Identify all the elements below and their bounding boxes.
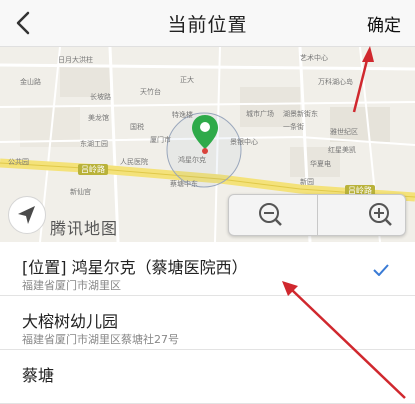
map-brand-logo: 腾讯地图 [50, 219, 119, 238]
map-label: 华夏电 [310, 160, 331, 168]
list-item[interactable]: 大榕树幼儿园 福建省厦门市湖里区蔡塘社27号 [0, 296, 415, 350]
item-title: 蔡塘 [22, 366, 55, 385]
zoom-out-button[interactable] [229, 195, 318, 235]
item-title: 大榕树幼儿园 [22, 312, 119, 331]
map-label: 天竹台 [140, 88, 161, 96]
map-label: 日月大洪柱 [58, 56, 93, 64]
item-title: [位置] 鸿星尔克（蔡塘医院西） [22, 258, 248, 277]
zoom-out-icon [259, 203, 282, 226]
map-label: 一条街 [283, 123, 304, 131]
zoom-in-button[interactable] [317, 195, 405, 235]
map-label: 正大 [180, 76, 194, 84]
map-label: 东湖工园 [80, 140, 108, 148]
map-label: 鸿星尔克 [178, 156, 206, 164]
map-label: 艺术中心 [300, 54, 328, 62]
map-label: 美龙馆 [88, 114, 109, 122]
map-view[interactable]: 日月大洪柱 艺术中心 天竹台 万科湖心岛 城市广场 特逸楼 正大 国税 湖景新街… [0, 47, 415, 242]
page-title: 当前位置 [167, 14, 248, 36]
map-label: 城市广场 [246, 110, 274, 118]
road-label: 吕岭路 [78, 164, 108, 175]
map-label: 公共园 [8, 158, 29, 166]
location-pin-icon [192, 115, 218, 154]
confirm-button[interactable]: 确定 [367, 11, 401, 36]
map-label: 景银中心 [230, 138, 258, 146]
item-address: 福建省厦门市湖里区蔡塘社27号 [22, 333, 179, 346]
map-label: 厦门市 [150, 136, 171, 144]
map-label: 新仙宫 [70, 188, 91, 196]
location-list: [位置] 鸿星尔克（蔡塘医院西） 福建省厦门市湖里区 大榕树幼儿园 福建省厦门市… [0, 242, 415, 404]
map-label: 蔡塘中东 [170, 180, 198, 188]
map-label: 红星美凯 [328, 146, 356, 154]
map-label: 长坡路 [90, 93, 111, 101]
zoom-controls [228, 194, 406, 236]
map-label: 新园 [300, 178, 314, 186]
map-label: 国税 [130, 123, 144, 131]
compass-button[interactable] [8, 196, 46, 234]
map-label: 雅世纪区 [330, 128, 358, 136]
list-item[interactable]: 蔡塘 [0, 350, 415, 404]
top-bar: 当前位置 确定 [0, 0, 415, 47]
item-address: 福建省厦门市湖里区 [22, 279, 121, 292]
map-label: 人民医院 [120, 158, 148, 166]
map-label: 湖景新街东 [283, 110, 318, 118]
check-icon [373, 264, 389, 276]
map-label: 万科湖心岛 [318, 78, 353, 86]
list-item[interactable]: [位置] 鸿星尔克（蔡塘医院西） 福建省厦门市湖里区 [0, 242, 415, 296]
zoom-in-icon [369, 203, 392, 226]
map-label: 金山路 [20, 78, 41, 86]
compass-arrow-icon [18, 206, 35, 224]
